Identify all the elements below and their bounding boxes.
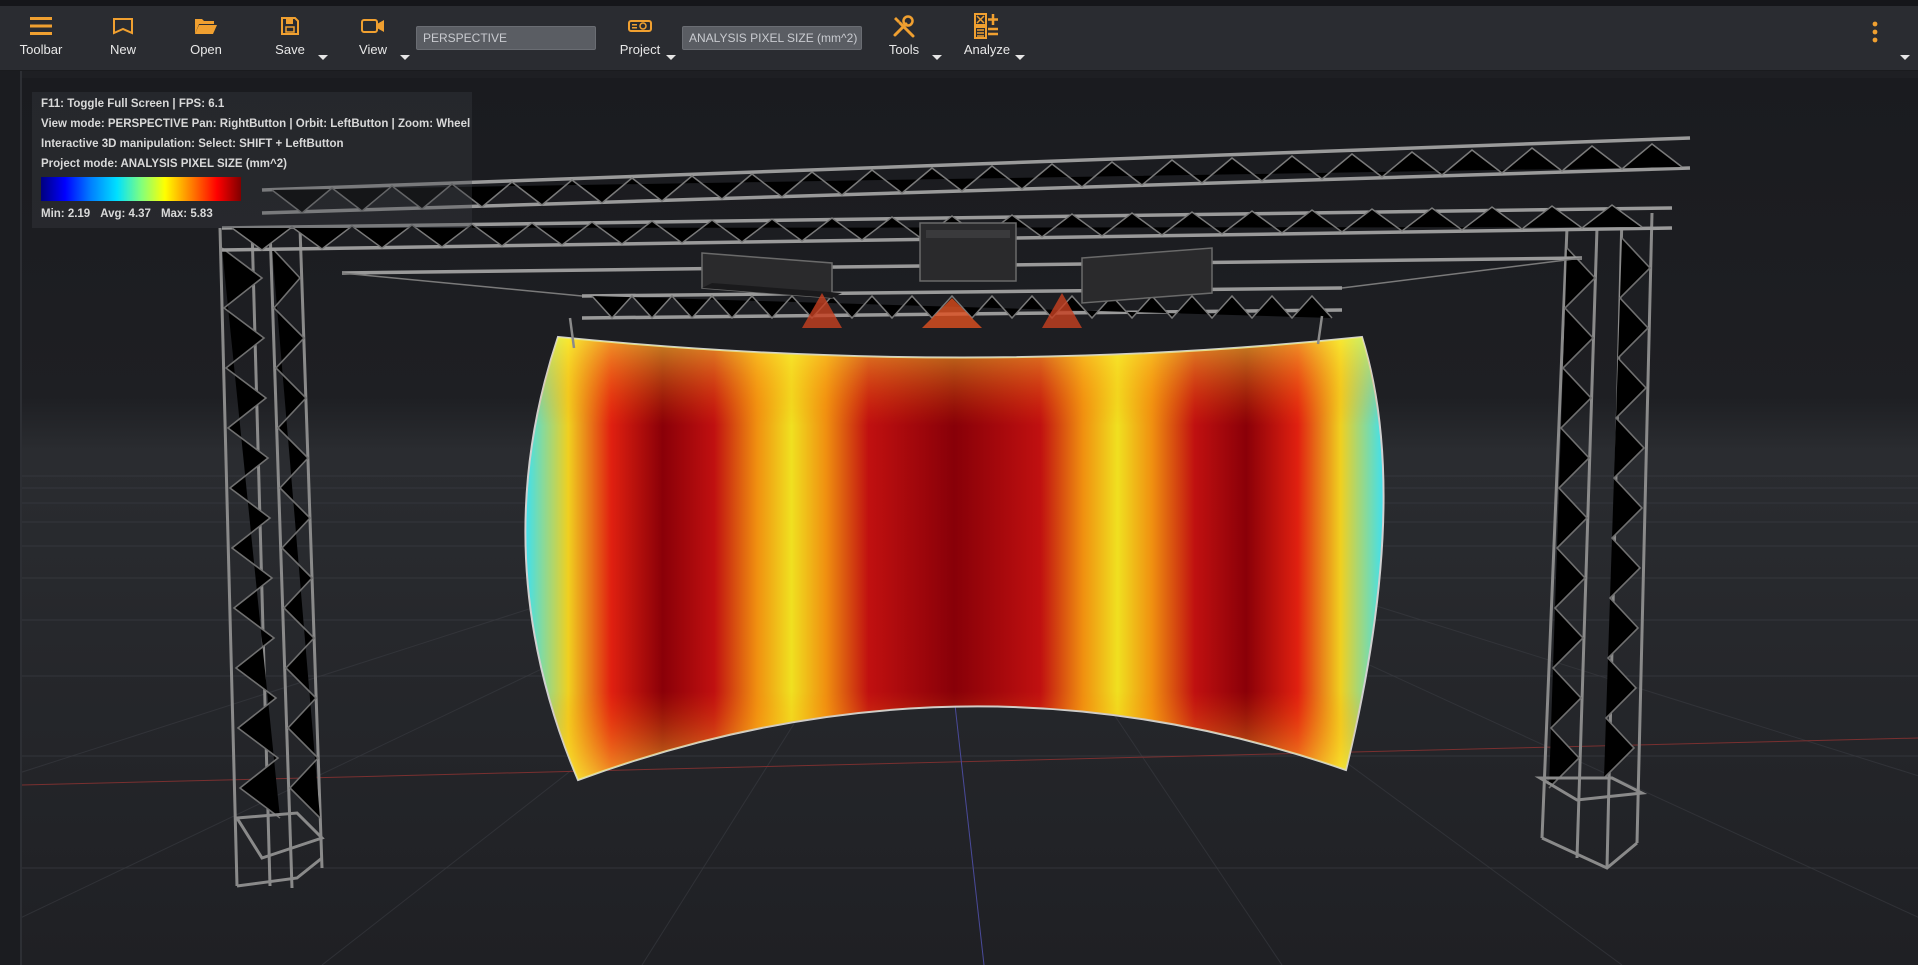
more-options-button[interactable] — [1868, 18, 1882, 48]
toolbar-overflow-caret[interactable] — [1900, 55, 1910, 60]
main-toolbar: Toolbar New Open Save View PERSPECTIVE P… — [0, 6, 1918, 71]
hud-project-mode-line: Project mode: ANALYSIS PIXEL SIZE (mm^2) — [41, 158, 287, 170]
save-label: Save — [275, 42, 305, 57]
save-button[interactable]: Save — [272, 12, 308, 66]
new-file-icon — [107, 12, 139, 40]
save-dropdown-caret[interactable] — [318, 55, 328, 60]
analyze-label: Analyze — [963, 42, 1011, 57]
hud-fps-line: F11: Toggle Full Screen | FPS: 6.1 — [41, 98, 225, 110]
tools-label: Tools — [888, 42, 920, 57]
analyze-button[interactable]: Analyze — [962, 12, 1012, 66]
projector-right[interactable] — [1081, 247, 1213, 304]
projector-icon — [624, 12, 656, 40]
analyze-icon — [971, 12, 1003, 40]
project-mode-field[interactable]: ANALYSIS PIXEL SIZE (mm^2) — [682, 26, 862, 50]
project-label: Project — [619, 42, 661, 57]
view-mode-field[interactable]: PERSPECTIVE — [416, 26, 596, 50]
hud-view-mode-line: View mode: PERSPECTIVE Pan: RightButton … — [41, 118, 471, 130]
projector-center[interactable] — [919, 222, 1017, 282]
open-button[interactable]: Open — [188, 12, 224, 66]
color-scale-legend — [41, 177, 241, 201]
hud-manipulation-line: Interactive 3D manipulation: Select: SHI… — [41, 138, 344, 150]
project-dropdown-caret[interactable] — [666, 55, 676, 60]
stat-min: Min: 2.19 — [41, 208, 91, 220]
tools-dropdown-caret[interactable] — [932, 55, 942, 60]
left-panel-edge[interactable] — [0, 71, 22, 965]
menu-icon — [25, 12, 57, 40]
view-button[interactable]: View — [356, 12, 390, 66]
project-button[interactable]: Project — [618, 12, 662, 66]
view-dropdown-caret[interactable] — [400, 55, 410, 60]
open-label: Open — [190, 42, 222, 57]
stat-avg: Avg: 4.37 — [100, 208, 151, 220]
new-label: New — [109, 42, 136, 57]
tools-button[interactable]: Tools — [886, 12, 922, 66]
toolbar-toggle-button[interactable]: Toolbar — [16, 12, 66, 66]
stat-max: Max: 5.83 — [160, 208, 213, 220]
folder-open-icon — [190, 12, 222, 40]
tools-icon — [888, 12, 920, 40]
video-camera-icon — [357, 12, 389, 40]
toolbar-toggle-label: Toolbar — [19, 42, 63, 57]
save-icon — [274, 12, 306, 40]
view-label: View — [359, 42, 387, 57]
hud-stats: Min: 2.19 Avg: 4.37 Max: 5.83 — [41, 208, 223, 220]
analyze-dropdown-caret[interactable] — [1015, 55, 1025, 60]
new-button[interactable]: New — [106, 12, 140, 66]
more-vert-icon — [1872, 21, 1878, 43]
